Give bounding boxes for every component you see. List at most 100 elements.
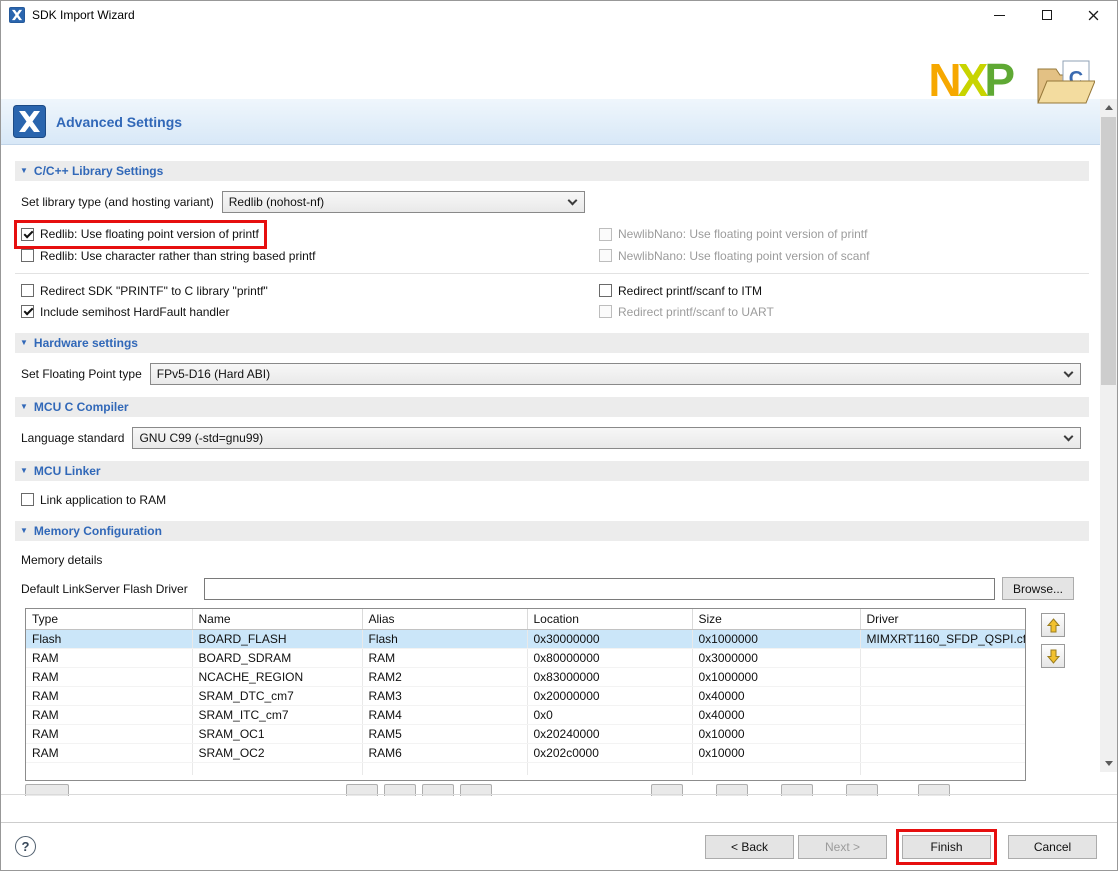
checkbox-redirect-uart[interactable]: Redirect printf/scanf to UART <box>599 303 774 321</box>
section-mcu-c-compiler[interactable]: ▼ MCU C Compiler <box>15 397 1089 417</box>
checkbox-redirect-itm[interactable]: Redirect printf/scanf to ITM <box>599 282 762 300</box>
memory-table-row[interactable]: RAMNCACHE_REGIONRAM20x830000000x1000000 <box>26 668 1026 687</box>
checkbox-box <box>599 305 612 318</box>
column-header-alias[interactable]: Alias <box>362 609 527 630</box>
checkbox-box <box>599 284 612 297</box>
checkbox-box <box>21 493 34 506</box>
c-folder-icon: C <box>1035 59 1095 107</box>
memory-table-empty-space <box>26 763 1026 775</box>
checkbox-box <box>21 284 34 297</box>
help-button[interactable]: ? <box>15 836 36 857</box>
flash-driver-label: Default LinkServer Flash Driver <box>21 582 188 596</box>
cut-off-button-row <box>25 781 1105 795</box>
memory-table-row[interactable]: FlashBOARD_FLASHFlash0x300000000x1000000… <box>26 630 1026 649</box>
checkbox-box <box>21 305 34 318</box>
close-button[interactable] <box>1070 1 1117 29</box>
move-down-button[interactable] <box>1041 644 1065 668</box>
memory-table: Type Name Alias Location Size Driver Fla… <box>25 608 1026 781</box>
checkbox-box <box>599 249 612 262</box>
column-header-type[interactable]: Type <box>26 609 192 630</box>
finish-button[interactable]: Finish <box>902 835 991 859</box>
move-down-icon <box>1047 649 1060 664</box>
memory-table-header: Type Name Alias Location Size Driver <box>26 609 1026 630</box>
memory-table-row[interactable]: RAMBOARD_SDRAMRAM0x800000000x3000000 <box>26 649 1026 668</box>
chevron-down-icon <box>1064 431 1074 441</box>
flash-driver-input[interactable] <box>204 578 995 600</box>
annotation-redlib-fp-printf: Redlib: Use floating point version of pr… <box>14 220 267 249</box>
memory-table-row[interactable]: RAMSRAM_DTC_cm7RAM30x200000000x40000 <box>26 687 1026 706</box>
annotation-finish: Finish <box>896 829 997 865</box>
maximize-icon <box>1042 10 1052 20</box>
vertical-scrollbar[interactable] <box>1100 99 1117 772</box>
divider <box>1 794 1117 795</box>
section-memory-configuration[interactable]: ▼ Memory Configuration <box>15 521 1089 541</box>
section-hardware-settings[interactable]: ▼ Hardware settings <box>15 333 1089 353</box>
window-title: SDK Import Wizard <box>32 8 135 22</box>
page-title: Advanced Settings <box>56 114 182 130</box>
library-checkbox-grid: Redlib: Use floating point version of pr… <box>21 225 1103 321</box>
column-header-size[interactable]: Size <box>692 609 860 630</box>
column-header-driver[interactable]: Driver <box>860 609 1026 630</box>
checkbox-redlib-fp-printf[interactable]: Redlib: Use floating point version of pr… <box>21 225 259 243</box>
maximize-button[interactable] <box>1023 1 1070 29</box>
memory-table-row[interactable]: RAMSRAM_OC1RAM50x202400000x10000 <box>26 725 1026 744</box>
collapse-arrow-icon: ▼ <box>20 339 28 347</box>
scrollbar-thumb[interactable] <box>1101 117 1116 385</box>
checkbox-redirect-sdk-printf[interactable]: Redirect SDK "PRINTF" to C library "prin… <box>21 282 268 300</box>
checkbox-include-semihost[interactable]: Include semihost HardFault handler <box>21 303 229 321</box>
memory-table-row[interactable]: RAMSRAM_ITC_cm7RAM40x00x40000 <box>26 706 1026 725</box>
window-controls <box>976 1 1117 29</box>
scroll-up-button[interactable] <box>1100 99 1117 116</box>
library-type-select[interactable]: Redlib (nohost-nf) <box>222 191 585 213</box>
column-header-location[interactable]: Location <box>527 609 692 630</box>
collapse-arrow-icon: ▼ <box>20 527 28 535</box>
next-button[interactable]: Next > <box>798 835 887 859</box>
scroll-down-icon <box>1105 761 1113 766</box>
move-up-icon <box>1047 618 1060 633</box>
scroll-down-button[interactable] <box>1100 755 1117 772</box>
divider <box>15 273 1089 274</box>
titlebar: SDK Import Wizard <box>1 1 1117 29</box>
section-title: MCU Linker <box>34 464 101 478</box>
logo-strip: NXP C <box>1 29 1117 99</box>
checkbox-link-application-to-ram[interactable]: Link application to RAM <box>21 491 166 509</box>
help-icon: ? <box>22 839 30 854</box>
wizard-buttons: < Back Next > Finish Cancel <box>705 829 1097 865</box>
browse-button[interactable]: Browse... <box>1002 577 1074 600</box>
app-icon <box>9 7 25 23</box>
cancel-button[interactable]: Cancel <box>1008 835 1097 859</box>
checkbox-redlib-char-printf[interactable]: Redlib: Use character rather than string… <box>21 247 315 265</box>
checkbox-box <box>21 228 34 241</box>
section-mcu-linker[interactable]: ▼ MCU Linker <box>15 461 1089 481</box>
row-reorder-tools <box>1041 613 1065 668</box>
checkbox-box <box>21 249 34 262</box>
library-type-label: Set library type (and hosting variant) <box>21 195 214 209</box>
memory-table-row[interactable]: RAMSRAM_OC2RAM60x202c00000x10000 <box>26 744 1026 763</box>
collapse-arrow-icon: ▼ <box>20 167 28 175</box>
memory-details-label: Memory details <box>21 553 1103 567</box>
memory-table-area: Type Name Alias Location Size Driver Fla… <box>25 608 1117 781</box>
language-standard-select[interactable]: GNU C99 (-std=gnu99) <box>132 427 1081 449</box>
close-icon <box>1088 10 1099 21</box>
sdk-import-wizard-window: SDK Import Wizard NXP C Advanced Setting… <box>0 0 1118 871</box>
section-title: C/C++ Library Settings <box>34 164 163 178</box>
nxp-logo: NXP <box>928 57 1011 103</box>
section-library-settings[interactable]: ▼ C/C++ Library Settings <box>15 161 1089 181</box>
floating-point-label: Set Floating Point type <box>21 367 142 381</box>
move-up-button[interactable] <box>1041 613 1065 637</box>
language-standard-label: Language standard <box>21 431 124 445</box>
section-title: MCU C Compiler <box>34 400 129 414</box>
checkbox-newlibnano-fp-printf[interactable]: NewlibNano: Use floating point version o… <box>599 225 867 243</box>
minimize-icon <box>994 15 1005 16</box>
mcuxpresso-logo-icon <box>13 105 46 138</box>
floating-point-select[interactable]: FPv5-D16 (Hard ABI) <box>150 363 1081 385</box>
checkbox-newlibnano-fp-scanf[interactable]: NewlibNano: Use floating point version o… <box>599 247 869 265</box>
library-type-row: Set library type (and hosting variant) R… <box>21 191 1089 213</box>
flash-driver-row: Default LinkServer Flash Driver Browse..… <box>21 577 1074 600</box>
column-header-name[interactable]: Name <box>192 609 362 630</box>
wizard-content: ▼ C/C++ Library Settings Set library typ… <box>1 145 1103 795</box>
section-title: Memory Configuration <box>34 524 162 538</box>
back-button[interactable]: < Back <box>705 835 794 859</box>
section-title: Hardware settings <box>34 336 138 350</box>
minimize-button[interactable] <box>976 1 1023 29</box>
